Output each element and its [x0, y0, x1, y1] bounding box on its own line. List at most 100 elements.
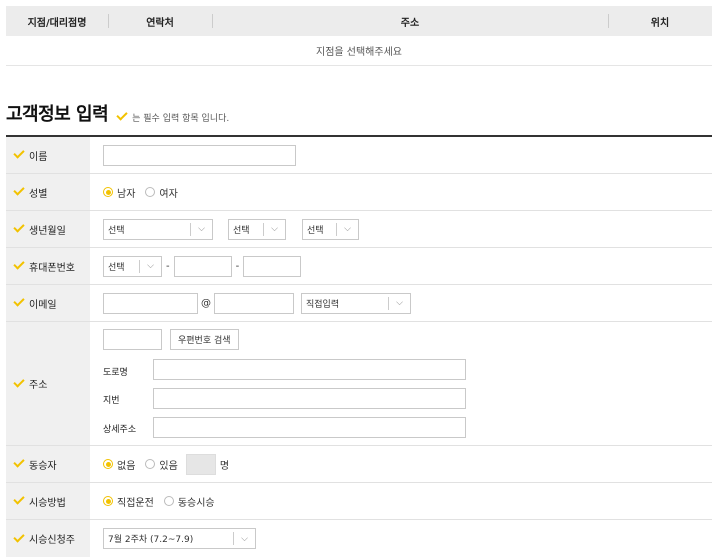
label-birth: 생년월일: [6, 211, 90, 247]
required-note-text: 는 필수 입력 항목 입니다.: [132, 113, 230, 124]
label-email: 이메일: [6, 285, 90, 321]
lot-address-label: 지번: [103, 396, 120, 406]
zipcode-input[interactable]: [103, 329, 162, 350]
branch-table: 지점/대리점명 연락처 주소 위치 지점을 선택해주세요: [6, 6, 712, 66]
radio-button[interactable]: [145, 459, 156, 469]
radio-yes-label: 있음: [159, 460, 178, 472]
label-name: 이름: [6, 137, 90, 173]
required-note: 는 필수 입력 항목 입니다.: [113, 109, 230, 124]
road-address-label: 도로명: [103, 368, 128, 378]
label-address: 주소: [6, 322, 90, 445]
chevron-down-icon: ⌵: [190, 222, 212, 236]
birth-day-value: 선택: [307, 225, 324, 236]
label-companion-text: 동승자: [29, 460, 57, 472]
col-branch: 지점/대리점명: [27, 17, 87, 29]
birth-day-select[interactable]: 선택 ⌵: [302, 218, 359, 240]
radio-male[interactable]: 남자: [103, 185, 135, 200]
check-icon: [13, 375, 25, 388]
radio-ride-along[interactable]: 동승시승: [163, 494, 215, 509]
radio-female[interactable]: 여자: [145, 185, 178, 200]
chevron-down-icon: ⌵: [336, 222, 358, 236]
dash: -: [235, 260, 240, 272]
email-domain-value: 직접입력: [306, 299, 340, 310]
label-test-week-text: 시승신청주: [29, 535, 75, 546]
phone-prefix-value: 선택: [108, 262, 125, 273]
radio-female-label: 여자: [159, 188, 178, 200]
row-phone: 휴대폰번호 선택 ⌵ - -: [6, 248, 712, 285]
radio-male-label: 남자: [117, 188, 136, 200]
test-week-select[interactable]: 7월 2주차 (7.2~7.9) ⌵: [103, 528, 256, 549]
chevron-down-icon: ⌵: [139, 259, 161, 273]
check-icon: [13, 493, 25, 505]
row-name: 이름: [6, 137, 712, 174]
radio-self-drive[interactable]: 직접운전: [103, 494, 154, 509]
chevron-down-icon: ⌵: [388, 296, 410, 310]
field-birth-wrap: 선택 ⌵ 선택 ⌵ 선택 ⌵: [90, 211, 712, 247]
lot-address-input[interactable]: [153, 388, 466, 409]
zipcode-search-button[interactable]: 우편번호 검색: [170, 329, 239, 350]
label-birth-text: 생년월일: [29, 225, 66, 237]
check-icon: [116, 109, 128, 121]
road-address-input[interactable]: [153, 359, 466, 380]
birth-year-value: 선택: [108, 225, 125, 236]
label-test-method-text: 시승방법: [29, 497, 66, 509]
radio-button[interactable]: [103, 187, 113, 197]
phone-middle-input[interactable]: [173, 255, 232, 277]
birth-year-select[interactable]: 선택 ⌵: [103, 218, 213, 240]
label-test-week: 시승신청주: [6, 520, 90, 557]
col-location: 위치: [608, 6, 712, 36]
field-test-week-wrap: 7월 2주차 (7.2~7.9) ⌵: [90, 520, 712, 557]
col-contact: 연락처: [108, 6, 212, 36]
radio-button[interactable]: [103, 459, 113, 469]
chevron-down-icon: ⌵: [263, 222, 285, 236]
detail-address-input[interactable]: [153, 417, 466, 438]
field-phone-wrap: 선택 ⌵ - -: [90, 248, 712, 284]
birth-month-value: 선택: [233, 225, 250, 236]
check-icon: [13, 184, 25, 196]
name-input[interactable]: [103, 144, 296, 166]
label-companion: 동승자: [6, 446, 90, 482]
field-test-method-wrap: 직접운전 동승시승: [90, 483, 712, 519]
companion-count-input[interactable]: [185, 453, 216, 475]
label-phone-text: 휴대폰번호: [29, 262, 75, 274]
row-address: 주소 우편번호 검색 도로명 지번 상세주소: [6, 322, 712, 446]
row-test-week: 시승신청주 7월 2주차 (7.2~7.9) ⌵: [6, 520, 712, 557]
row-email: 이메일 @ 직접입력 ⌵: [6, 285, 712, 322]
page-title: 고객정보 입력: [6, 104, 109, 125]
radio-ride-along-label: 동승시승: [177, 497, 215, 509]
check-icon: [13, 530, 25, 543]
email-domain-input[interactable]: [214, 292, 294, 314]
check-icon: [13, 258, 25, 270]
check-icon: [13, 295, 25, 307]
field-email-wrap: @ 직접입력 ⌵: [90, 285, 712, 321]
row-gender: 성별 남자 여자: [6, 174, 712, 211]
label-test-method: 시승방법: [6, 483, 90, 519]
field-gender-wrap: 남자 여자: [90, 174, 712, 210]
birth-month-select[interactable]: 선택 ⌵: [228, 218, 286, 240]
phone-last-input[interactable]: [243, 255, 302, 277]
radio-button[interactable]: [163, 496, 174, 506]
phone-prefix-select[interactable]: 선택 ⌵: [103, 255, 162, 277]
label-phone: 휴대폰번호: [6, 248, 90, 284]
radio-yes[interactable]: 있음: [145, 457, 178, 472]
check-icon: [13, 456, 25, 468]
label-gender: 성별: [6, 174, 90, 210]
field-companion-wrap: 없음 있음 명: [90, 446, 712, 482]
test-week-value: 7월 2주차 (7.2~7.9): [108, 535, 194, 545]
email-id-input[interactable]: [103, 292, 198, 314]
email-domain-select[interactable]: 직접입력 ⌵: [301, 292, 411, 314]
check-icon: [13, 221, 25, 233]
radio-none[interactable]: 없음: [103, 457, 135, 472]
radio-button[interactable]: [103, 496, 113, 506]
row-companion: 동승자 없음 있음 명: [6, 446, 712, 483]
field-address-wrap: 우편번호 검색 도로명 지번 상세주소: [90, 322, 712, 445]
check-icon: [13, 147, 25, 159]
field-name-wrap: [90, 137, 712, 173]
row-test-method: 시승방법 직접운전 동승시승: [6, 483, 712, 520]
detail-address-label: 상세주소: [103, 425, 137, 435]
at-sign: @: [201, 297, 211, 309]
section-title-wrap: 고객정보 입력 는 필수 입력 항목 입니다.: [6, 100, 229, 126]
branch-empty-message: 지점을 선택해주세요: [6, 36, 712, 66]
radio-button[interactable]: [145, 187, 156, 197]
label-email-text: 이메일: [29, 299, 57, 311]
